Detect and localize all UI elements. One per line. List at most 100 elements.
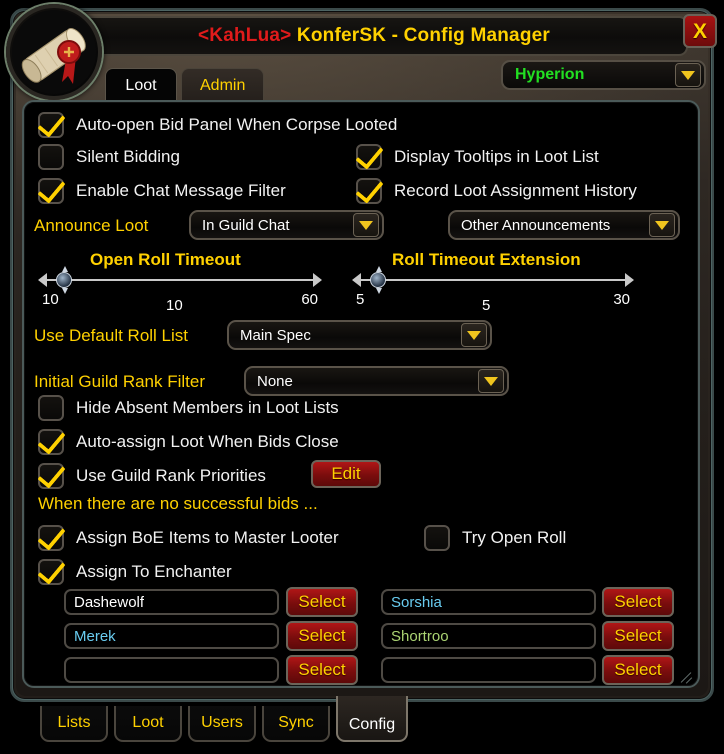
enchanter-field-right-3[interactable] bbox=[381, 657, 596, 683]
default-roll-list-dropdown[interactable]: Main Spec bbox=[227, 320, 492, 350]
option-enable-chat-filter[interactable]: Enable Chat Message Filter bbox=[38, 178, 286, 204]
label-hide-absent: Hide Absent Members in Loot Lists bbox=[76, 398, 339, 417]
other-announcements-value: Other Announcements bbox=[461, 216, 611, 234]
option-use-rank-priorities[interactable]: Use Guild Rank Priorities bbox=[38, 463, 266, 489]
checkbox-assign-boe[interactable] bbox=[38, 525, 64, 551]
checkbox-assign-enchanter[interactable] bbox=[38, 559, 64, 585]
title-bar: <KahLua> KonferSK - Config Manager bbox=[60, 16, 688, 56]
config-selector-dropdown[interactable]: Hyperion bbox=[501, 60, 706, 90]
checkbox-use-rank-priorities[interactable] bbox=[38, 463, 64, 489]
label-silent-bidding: Silent Bidding bbox=[76, 147, 180, 166]
top-tab-bar: Loot Admin bbox=[105, 68, 265, 104]
announce-loot-text: Announce Loot bbox=[34, 216, 149, 235]
title-guild-tag: <KahLua> bbox=[197, 25, 292, 46]
bottom-tab-bar: Lists Loot Users Sync Config bbox=[40, 696, 408, 742]
select-button-right-3[interactable]: Select bbox=[602, 655, 674, 685]
enchanter-name-right-2: Shortroo bbox=[391, 627, 449, 645]
other-announcements-dropdown[interactable]: Other Announcements bbox=[448, 210, 680, 240]
default-roll-list-value: Main Spec bbox=[240, 326, 311, 344]
checkbox-auto-open-bid-panel[interactable] bbox=[38, 112, 64, 138]
enchanter-name-left-1: Dashewolf bbox=[74, 593, 145, 611]
bottom-tab-lists[interactable]: Lists bbox=[40, 706, 108, 742]
enchanter-field-right-2[interactable]: Shortroo bbox=[381, 623, 596, 649]
option-hide-absent[interactable]: Hide Absent Members in Loot Lists bbox=[38, 395, 339, 421]
checkbox-silent-bidding[interactable] bbox=[38, 144, 64, 170]
no-successful-bids-note: When there are no successful bids ... bbox=[38, 494, 318, 513]
checkbox-try-open-roll[interactable] bbox=[424, 525, 450, 551]
label-auto-assign: Auto-assign Loot When Bids Close bbox=[76, 432, 339, 451]
bottom-tab-loot[interactable]: Loot bbox=[114, 706, 182, 742]
chevron-down-icon[interactable] bbox=[649, 213, 675, 237]
chevron-down-icon[interactable] bbox=[353, 213, 379, 237]
announce-loot-label: Announce Loot bbox=[34, 216, 148, 236]
resize-grip-icon[interactable] bbox=[679, 668, 693, 682]
page-title: <KahLua> KonferSK - Config Manager bbox=[198, 25, 550, 47]
checkbox-record-history[interactable] bbox=[356, 178, 382, 204]
announce-where-dropdown[interactable]: In Guild Chat bbox=[189, 210, 384, 240]
label-assign-enchanter: Assign To Enchanter bbox=[76, 562, 232, 581]
checkbox-hide-absent[interactable] bbox=[38, 395, 64, 421]
title-main-text: KonferSK - Config Manager bbox=[291, 25, 550, 46]
loot-options-panel: Auto-open Bid Panel When Corpse Looted S… bbox=[22, 100, 700, 688]
scroll-seal-svg bbox=[12, 10, 96, 94]
option-record-history[interactable]: Record Loot Assignment History bbox=[356, 178, 637, 204]
slider-cap-right bbox=[625, 273, 634, 287]
use-default-roll-list-label: Use Default Roll List bbox=[34, 326, 188, 346]
label-display-tooltips: Display Tooltips in Loot List bbox=[394, 147, 599, 166]
guild-rank-filter-dropdown[interactable]: None bbox=[244, 366, 509, 396]
config-selector-value: Hyperion bbox=[515, 66, 585, 83]
open-roll-timeout-title: Open Roll Timeout bbox=[90, 250, 241, 269]
tab-admin[interactable]: Admin bbox=[181, 68, 265, 102]
select-button-left-1[interactable]: Select bbox=[286, 587, 358, 617]
slider-track[interactable] bbox=[46, 279, 314, 281]
option-display-tooltips[interactable]: Display Tooltips in Loot List bbox=[356, 144, 599, 170]
slider-cap-right bbox=[313, 273, 322, 287]
roll-timeout-extension-title: Roll Timeout Extension bbox=[392, 250, 581, 269]
option-auto-open-bid-panel[interactable]: Auto-open Bid Panel When Corpse Looted bbox=[38, 112, 397, 138]
option-try-open-roll[interactable]: Try Open Roll bbox=[424, 525, 566, 551]
checkbox-auto-assign[interactable] bbox=[38, 429, 64, 455]
bottom-tab-config[interactable]: Config bbox=[336, 696, 408, 742]
label-assign-boe: Assign BoE Items to Master Looter bbox=[76, 528, 339, 547]
bottom-tab-sync[interactable]: Sync bbox=[262, 706, 330, 742]
slider-track[interactable] bbox=[360, 279, 626, 281]
option-assign-boe[interactable]: Assign BoE Items to Master Looter bbox=[38, 525, 339, 551]
option-auto-assign[interactable]: Auto-assign Loot When Bids Close bbox=[38, 429, 339, 455]
option-assign-enchanter[interactable]: Assign To Enchanter bbox=[38, 559, 232, 585]
checkbox-display-tooltips[interactable] bbox=[356, 144, 382, 170]
slider-cap-left bbox=[38, 273, 47, 287]
tab-loot[interactable]: Loot bbox=[105, 68, 177, 102]
select-button-right-1[interactable]: Select bbox=[602, 587, 674, 617]
select-button-right-2[interactable]: Select bbox=[602, 621, 674, 651]
slider-handle[interactable] bbox=[56, 266, 72, 294]
option-silent-bidding[interactable]: Silent Bidding bbox=[38, 144, 180, 170]
initial-guild-rank-filter-label: Initial Guild Rank Filter bbox=[34, 372, 205, 392]
label-use-rank-priorities: Use Guild Rank Priorities bbox=[76, 466, 266, 485]
bottom-tab-users[interactable]: Users bbox=[188, 706, 256, 742]
slider-current-value: 10 bbox=[166, 297, 183, 314]
slider-min-label: 5 bbox=[356, 291, 365, 308]
close-button[interactable]: X bbox=[683, 14, 717, 48]
checkbox-enable-chat-filter[interactable] bbox=[38, 178, 64, 204]
select-button-left-3[interactable]: Select bbox=[286, 655, 358, 685]
enchanter-field-left-2[interactable]: Merek bbox=[64, 623, 279, 649]
enchanter-field-left-1[interactable]: Dashewolf bbox=[64, 589, 279, 615]
chevron-down-icon[interactable] bbox=[675, 63, 701, 87]
enchanter-field-right-1[interactable]: Sorshia bbox=[381, 589, 596, 615]
edit-rank-priorities-button[interactable]: Edit bbox=[311, 460, 381, 488]
slider-min-label: 10 bbox=[42, 291, 59, 308]
roll-list-label-text: Use Default Roll List bbox=[34, 326, 189, 345]
label-enable-chat-filter: Enable Chat Message Filter bbox=[76, 181, 286, 200]
enchanter-field-left-3[interactable] bbox=[64, 657, 279, 683]
guild-rank-filter-value: None bbox=[257, 372, 293, 390]
slider-current-value: 5 bbox=[482, 297, 491, 314]
slider-handle[interactable] bbox=[370, 266, 386, 294]
select-button-left-2[interactable]: Select bbox=[286, 621, 358, 651]
label-record-history: Record Loot Assignment History bbox=[394, 181, 637, 200]
rank-filter-label-text: Initial Guild Rank Filter bbox=[34, 372, 206, 391]
chevron-down-icon[interactable] bbox=[461, 323, 487, 347]
enchanter-name-left-2: Merek bbox=[74, 627, 116, 645]
chevron-down-icon[interactable] bbox=[478, 369, 504, 393]
label-try-open-roll: Try Open Roll bbox=[462, 528, 567, 547]
enchanter-name-right-1: Sorshia bbox=[391, 593, 442, 611]
